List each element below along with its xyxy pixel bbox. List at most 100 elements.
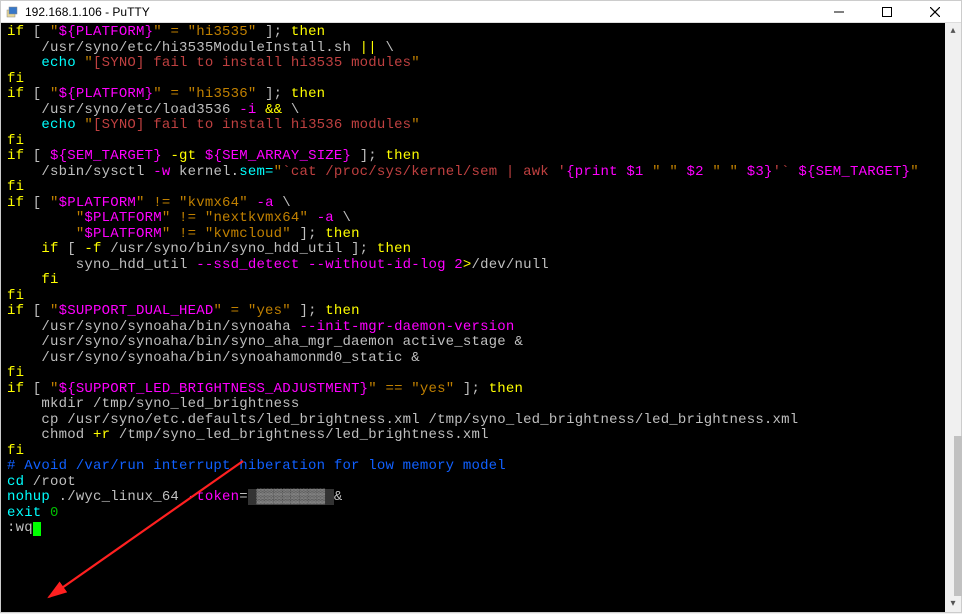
code-token: ]; — [351, 148, 385, 164]
code-token: " != "kvmx64" — [136, 195, 248, 211]
scroll-down-button[interactable]: ▾ — [945, 596, 961, 612]
code-token: -i — [239, 102, 256, 118]
code-token: " — [910, 164, 919, 180]
code-token: if — [7, 195, 24, 211]
titlebar[interactable]: 192.168.1.106 - PuTTY — [1, 1, 961, 23]
code-token: " — [84, 117, 93, 133]
maximize-button[interactable] — [873, 2, 901, 22]
terminal-line: echo "[SYNO] fail to install hi3535 modu… — [7, 56, 955, 72]
code-token: fi — [7, 133, 24, 149]
code-token: " — [50, 24, 59, 40]
code-token: & — [334, 489, 343, 505]
code-token: chmod — [7, 427, 93, 443]
terminal-line: /usr/syno/synoaha/bin/syno_aha_mgr_daemo… — [7, 335, 955, 351]
code-token: \ — [334, 210, 351, 226]
terminal-line: chmod +r /tmp/syno_led_brightness/led_br… — [7, 428, 955, 444]
minimize-button[interactable] — [825, 2, 853, 22]
code-token: [ — [24, 381, 50, 397]
code-token: ▓▓▓▓▓▓▓▓ — [248, 489, 334, 505]
putty-icon — [5, 4, 21, 20]
code-token — [256, 102, 265, 118]
code-token: fi — [7, 443, 24, 459]
code-token: then — [291, 86, 325, 102]
code-token: -token — [188, 489, 240, 505]
code-token: [ — [59, 241, 85, 257]
code-token: fi — [7, 288, 24, 304]
code-token: then — [291, 24, 325, 40]
code-token: ]; — [291, 226, 325, 242]
code-token: " — [50, 86, 59, 102]
code-token: echo — [41, 117, 75, 133]
code-token: $2 — [678, 164, 712, 180]
code-token: --init-mgr-daemon-version — [299, 319, 514, 335]
code-token: || — [360, 40, 377, 56]
code-token: $SUPPORT_DUAL_HEAD — [59, 303, 214, 319]
code-token: 0 — [41, 505, 58, 521]
code-token: \ — [377, 40, 394, 56]
code-token: \ — [274, 195, 291, 211]
code-token: then — [489, 381, 523, 397]
code-token: /dev/null — [472, 257, 549, 273]
code-token: --ssd_detect --without-id-log 2 — [196, 257, 463, 273]
terminal-line: syno_hdd_util --ssd_detect --without-id-… — [7, 258, 955, 274]
code-token: = — [239, 489, 248, 505]
code-token: \ — [282, 102, 299, 118]
code-token: exit — [7, 505, 41, 521]
code-token — [308, 210, 317, 226]
scroll-thumb[interactable] — [954, 436, 962, 596]
code-token: fi — [7, 179, 24, 195]
code-token: $3} — [738, 164, 772, 180]
terminal-line: if [ "$PLATFORM" != "kvmx64" -a \ — [7, 196, 955, 212]
code-token: $PLATFORM — [84, 226, 161, 242]
terminal-line: if [ "${PLATFORM}" = "hi3536" ]; then — [7, 87, 955, 103]
terminal-line: mkdir /tmp/syno_led_brightness — [7, 397, 955, 413]
code-token: if — [7, 24, 24, 40]
code-token — [7, 55, 41, 71]
window-controls — [825, 2, 957, 22]
terminal-line: echo "[SYNO] fail to install hi3536 modu… — [7, 118, 955, 134]
scroll-up-button[interactable]: ▴ — [945, 23, 961, 39]
code-token: " — [84, 55, 93, 71]
code-token: " — [274, 164, 283, 180]
code-token: '` — [773, 164, 799, 180]
code-token: " = "hi3536" — [153, 86, 256, 102]
terminal-line: /usr/syno/etc/hi3535ModuleInstall.sh || … — [7, 41, 955, 57]
code-token: " " — [712, 164, 738, 180]
code-token: $PLATFORM — [84, 210, 161, 226]
terminal-area[interactable]: if [ "${PLATFORM}" = "hi3535" ]; then /u… — [1, 23, 961, 612]
code-token: " — [50, 195, 59, 211]
code-token: cd — [7, 474, 24, 490]
terminal-line: cd /root — [7, 475, 955, 491]
code-token: && — [265, 102, 282, 118]
close-button[interactable] — [921, 2, 949, 22]
code-token: $PLATFORM — [59, 195, 136, 211]
terminal-line: exit 0 — [7, 506, 955, 522]
putty-window: 192.168.1.106 - PuTTY if [ "${PLATFORM}"… — [0, 0, 962, 613]
vim-command-line[interactable]: :wq — [7, 521, 955, 537]
code-token: -a — [317, 210, 334, 226]
vertical-scrollbar[interactable]: ▴ ▾ — [945, 23, 961, 612]
code-token: > — [463, 257, 472, 273]
code-token: if — [7, 303, 24, 319]
code-token: # Avoid /var/run interrupt hiberation fo… — [7, 458, 506, 474]
cursor — [33, 522, 41, 536]
code-token: -gt — [170, 148, 196, 164]
code-token: ]; — [256, 86, 290, 102]
code-token: ]; — [256, 24, 290, 40]
code-token: if — [7, 86, 24, 102]
code-token: ${SEM_TARGET} — [798, 164, 910, 180]
code-token: /usr/syno/bin/syno_hdd_util ]; — [102, 241, 377, 257]
code-token: " — [50, 303, 59, 319]
code-token: -a — [256, 195, 273, 211]
code-token: fi — [7, 365, 24, 381]
code-token — [7, 272, 41, 288]
code-token: -f — [84, 241, 101, 257]
code-token: " == "yes" — [368, 381, 454, 397]
terminal-line: nohup ./wyc_linux_64 -token= ▓▓▓▓▓▓▓▓ & — [7, 490, 955, 506]
terminal-line: if [ "${SUPPORT_LED_BRIGHTNESS_ADJUSTMEN… — [7, 382, 955, 398]
code-token: kernel. — [170, 164, 239, 180]
terminal-line: if [ ${SEM_TARGET} -gt ${SEM_ARRAY_SIZE}… — [7, 149, 955, 165]
code-token: ${SEM_TARGET} — [50, 148, 162, 164]
terminal-line: fi — [7, 444, 955, 460]
terminal-line: /sbin/sysctl -w kernel.sem="`cat /proc/s… — [7, 165, 955, 181]
